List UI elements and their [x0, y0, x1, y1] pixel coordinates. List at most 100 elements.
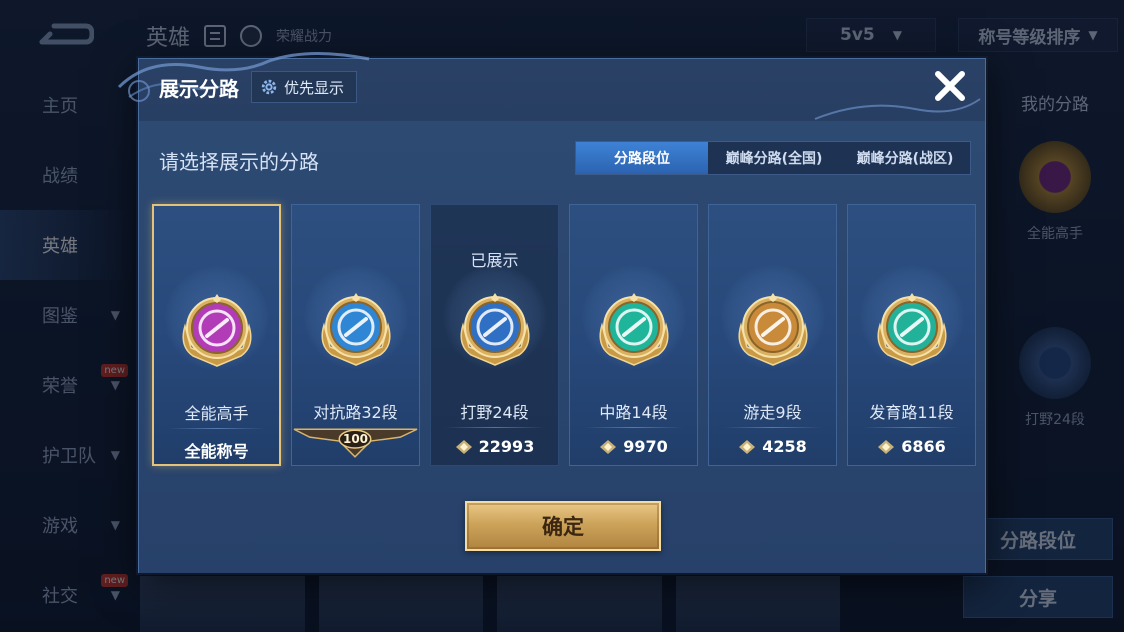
lane-card[interactable]: 对抗路32段 100	[291, 204, 420, 466]
lane-emblem-icon	[1019, 141, 1091, 213]
lane-card-label: 对抗路32段	[313, 403, 398, 422]
points-icon	[455, 439, 472, 454]
avatar-icon	[240, 25, 263, 47]
chevron-down-icon: ▼	[110, 588, 120, 602]
divider	[584, 427, 683, 428]
lane-card-label: 游走9段	[743, 403, 802, 422]
list-icon[interactable]	[204, 25, 227, 47]
sidebar: 主页 战绩 英雄 图鉴 ▼ 荣誉 ▼ new 护卫队 ▼ 游戏 ▼ 社交 ▼ new	[0, 70, 130, 630]
lane-card-value: 全能称号	[184, 442, 249, 461]
dialog-body: 请选择展示的分路 分路段位 巅峰分路(全国) 巅峰分路(战区) 全能高手全能称号…	[139, 121, 985, 573]
dialog-header: 展示分路 优先显示	[159, 71, 358, 103]
sidebar-item-label: 护卫队	[42, 446, 96, 467]
sidebar-item-label: 战绩	[42, 166, 78, 187]
divider	[723, 427, 822, 428]
chevron-down-icon: ▼	[110, 378, 120, 392]
sidebar-item[interactable]: 主页	[0, 70, 130, 140]
jungle-emblem-icon	[1019, 327, 1091, 399]
sort-select-value: 称号等级排序	[978, 27, 1081, 48]
my-lane-primary: 全能高手	[1027, 226, 1083, 242]
hero-thumbnail[interactable]	[497, 576, 662, 632]
lane-emblem-icon	[455, 289, 535, 369]
my-lane-secondary: 打野24段	[1025, 412, 1085, 428]
lane-card-value: 22993	[478, 437, 535, 456]
sidebar-item-label: 社交	[42, 586, 78, 607]
page-title: 英雄	[146, 26, 191, 51]
sidebar-item[interactable]: 护卫队 ▼	[0, 420, 130, 490]
mode-select[interactable]: 5v5 ▼	[806, 18, 936, 52]
lane-display-dialog: 展示分路 优先显示 请选择展示的分路 分路段位 巅峰分路(全国) 巅峰分路(战区…	[117, 51, 986, 573]
lane-card[interactable]: 游走9段 4258	[708, 204, 837, 466]
lane-card-value: 4258	[762, 437, 807, 456]
lane-title: 全能称号	[154, 438, 279, 462]
mode-select-value: 5v5	[840, 25, 875, 45]
lane-card[interactable]: 中路14段 9970	[569, 204, 698, 466]
hero-thumbnail[interactable]	[675, 576, 840, 632]
sidebar-item[interactable]: 英雄	[0, 210, 130, 280]
my-lane-title: 我的分路	[1021, 95, 1089, 115]
lane-points: 22993	[431, 437, 558, 456]
new-badge: new	[101, 574, 128, 587]
sidebar-item-label: 英雄	[42, 236, 78, 257]
lane-card-list: 全能高手 全能称号 对抗路32段 100 已展示 打野24段 22993 中路14段 9970 游…	[152, 204, 976, 466]
points-icon	[600, 439, 617, 454]
selection-prompt: 请选择展示的分路	[159, 150, 319, 174]
gear-icon	[261, 79, 277, 95]
chevron-down-icon: ▼	[110, 518, 120, 532]
sidebar-item-label: 图鉴	[42, 306, 78, 327]
sort-select[interactable]: 称号等级排序 ▼	[958, 18, 1118, 52]
tab-peak-region[interactable]: 巅峰分路(战区)	[840, 142, 970, 174]
lane-card[interactable]: 全能高手 全能称号	[152, 204, 281, 466]
divider	[445, 427, 544, 428]
tab-lane-rank[interactable]: 分路段位	[576, 142, 708, 174]
sidebar-item[interactable]: 游戏 ▼	[0, 490, 130, 560]
divider	[862, 427, 961, 428]
dialog-title: 展示分路	[159, 76, 239, 101]
confirm-button[interactable]: 确定	[465, 501, 661, 551]
lane-card-label: 全能高手	[184, 404, 249, 423]
chevron-down-icon: ▼	[1088, 28, 1098, 42]
lane-points: 4258	[709, 437, 836, 456]
hero-thumbnail[interactable]	[318, 576, 483, 632]
lane-emblem-icon	[594, 289, 674, 369]
lane-card[interactable]: 发育路11段 6866	[847, 204, 976, 466]
sidebar-item[interactable]: 荣誉 ▼ new	[0, 350, 130, 420]
sidebar-item-label: 游戏	[42, 516, 78, 537]
lane-card-label: 发育路11段	[869, 403, 954, 422]
rank-badge: 100	[292, 427, 419, 463]
chevron-down-icon: ▼	[110, 308, 120, 322]
priority-display-label: 优先显示	[284, 78, 345, 97]
lane-points: 9970	[570, 437, 697, 456]
lane-card-label: 打野24段	[460, 403, 529, 422]
sidebar-item[interactable]: 战绩	[0, 140, 130, 210]
points-icon	[878, 439, 895, 454]
page-subtitle: 荣耀战力	[276, 29, 333, 45]
lane-card-value: 6866	[901, 437, 946, 456]
hero-thumbnail[interactable]	[140, 576, 305, 632]
lane-points: 6866	[848, 437, 975, 456]
lane-card-value: 9970	[623, 437, 668, 456]
my-lane-panel: 我的分路 全能高手 打野24段	[990, 90, 1120, 429]
rank-badge-value: 100	[342, 432, 369, 446]
lane-emblem-icon	[177, 290, 257, 370]
share-button[interactable]: 分享	[963, 576, 1113, 618]
hero-thumbnails	[140, 576, 840, 632]
sidebar-item[interactable]: 图鉴 ▼	[0, 280, 130, 350]
new-badge: new	[101, 364, 128, 377]
sidebar-item[interactable]: 社交 ▼ new	[0, 560, 130, 630]
lane-emblem-icon	[733, 289, 813, 369]
sidebar-item-label: 荣誉	[42, 376, 78, 397]
close-icon[interactable]	[931, 67, 969, 105]
lane-card-label: 中路14段	[599, 403, 668, 422]
back-icon[interactable]	[34, 16, 94, 52]
tab-peak-national[interactable]: 巅峰分路(全国)	[708, 142, 840, 174]
sidebar-item-label: 主页	[42, 96, 78, 117]
points-icon	[739, 439, 756, 454]
lane-tabs: 分路段位 巅峰分路(全国) 巅峰分路(战区)	[575, 141, 971, 175]
chevron-down-icon: ▼	[892, 28, 902, 42]
lane-emblem-icon	[872, 289, 952, 369]
priority-display-button[interactable]: 优先显示	[251, 71, 358, 103]
lane-card[interactable]: 已展示 打野24段 22993	[430, 204, 559, 466]
divider	[168, 428, 265, 429]
chevron-down-icon: ▼	[110, 448, 120, 462]
